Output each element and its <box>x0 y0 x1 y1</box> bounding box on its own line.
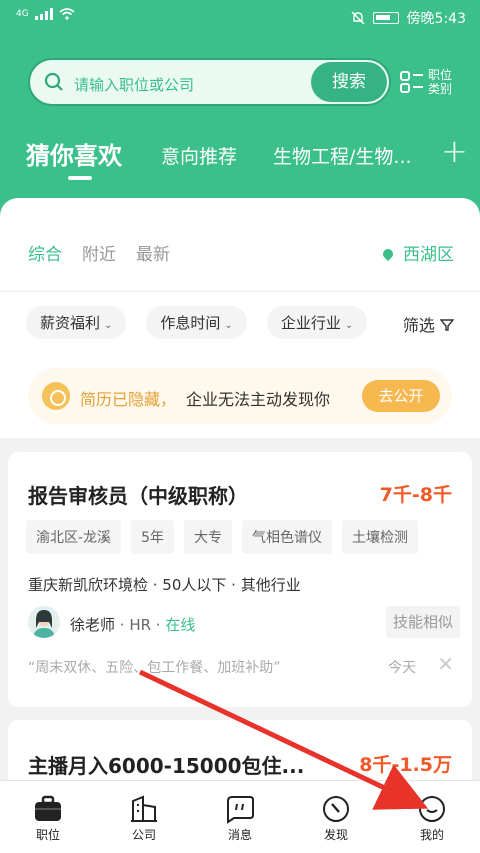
recruiter-role: · HR · <box>115 616 166 634</box>
search-button[interactable]: 搜索 <box>311 62 387 102</box>
battery-icon <box>372 12 399 24</box>
filter-label: 企业行业 <box>280 314 341 332</box>
job-title: 主播月入6000-15000包住... <box>28 754 305 778</box>
nav-label: 我的 <box>419 828 444 842</box>
sort-tab-latest[interactable]: 最新 <box>136 240 170 265</box>
funnel-icon <box>439 319 455 331</box>
job-tags: 渝北区-龙溪 5年 大专 气相色谱仪 土壤检测 <box>26 520 418 554</box>
signal-icon <box>34 8 53 20</box>
job-tag: 5年 <box>131 520 174 554</box>
filter-chips: 薪资福利 ⌄ 作息时间 ⌄ 企业行业 ⌄ <box>26 306 368 339</box>
filter-more-label: 筛选 <box>402 316 435 335</box>
job-tag: 气相色谱仪 <box>241 520 332 554</box>
category-grid-icon <box>400 71 423 93</box>
wifi-icon <box>59 8 75 20</box>
job-tag: 大专 <box>183 520 232 554</box>
nav-label: 消息 <box>227 828 252 842</box>
avatar <box>28 606 60 638</box>
profile-icon <box>419 796 445 822</box>
chevron-down-icon: ⌄ <box>344 320 354 331</box>
filter-salary-benefits[interactable]: 薪资福利 ⌄ <box>26 306 127 339</box>
nav-jobs[interactable]: 职位 <box>0 781 96 853</box>
nav-label: 职位 <box>35 828 60 842</box>
search-placeholder: 请输入职位或公司 <box>74 76 195 94</box>
nav-companies[interactable]: 公司 <box>96 781 192 853</box>
resume-hidden-notice: 简历已隐藏， 企业无法主动发现你 去公开 <box>28 368 452 424</box>
building-icon <box>131 795 157 822</box>
discover-icon <box>323 796 349 822</box>
make-public-button[interactable]: 去公开 <box>362 380 440 412</box>
clock: 傍晚5:43 <box>406 11 466 27</box>
chevron-down-icon: ⌄ <box>104 320 113 331</box>
search-icon <box>44 72 63 91</box>
location-pin-icon <box>380 246 396 262</box>
location-selector[interactable]: 西湖区 <box>380 240 454 265</box>
active-tab-indicator <box>68 176 92 180</box>
sort-tabs: 综合 附近 最新 <box>28 240 170 265</box>
notice-highlight: 简历已隐藏， <box>80 390 177 409</box>
divider <box>0 291 480 292</box>
sort-tab-comprehensive[interactable]: 综合 <box>28 240 62 265</box>
message-icon <box>227 796 254 824</box>
briefcase-icon <box>35 795 61 821</box>
nav-label: 发现 <box>323 828 348 842</box>
job-tag: 渝北区-龙溪 <box>26 520 122 554</box>
dismiss-icon[interactable]: ✕ <box>437 652 454 676</box>
mute-icon <box>351 11 365 25</box>
nav-discover[interactable]: 发现 <box>288 781 384 853</box>
nav-profile[interactable]: 我的 <box>384 781 480 853</box>
post-date: 今天 <box>388 660 416 676</box>
sort-tab-nearby[interactable]: 附近 <box>82 240 116 265</box>
filter-label: 薪资福利 <box>40 314 101 332</box>
nav-messages[interactable]: 消息 <box>192 781 288 853</box>
recruiter-info: 徐老师 · HR · 在线 <box>70 614 195 635</box>
filter-label: 作息时间 <box>160 314 221 332</box>
network-label: 4G <box>16 9 29 19</box>
filter-work-schedule[interactable]: 作息时间 ⌄ <box>146 306 247 339</box>
job-title: 报告审核员（中级职称） <box>28 484 248 508</box>
tab-bar: 猜你喜欢 意向推荐 生物工程/生物... + <box>26 132 476 186</box>
status-bar: 4G 傍晚5:43 <box>0 0 480 36</box>
tab-recommend-for-you[interactable]: 猜你喜欢 <box>26 136 122 171</box>
tab-bioengineering[interactable]: 生物工程/生物... <box>273 142 412 169</box>
search-input[interactable]: 请输入职位或公司 搜索 <box>28 58 391 106</box>
job-tag: 土壤检测 <box>341 520 418 554</box>
filter-industry[interactable]: 企业行业 ⌄ <box>266 306 368 339</box>
bottom-nav: 职位 公司 消息 发现 我的 <box>0 780 480 853</box>
job-salary: 7千-8千 <box>379 484 452 506</box>
company-info: 重庆新凯欣环境检 · 50人以下 · 其他行业 <box>28 576 301 594</box>
notice-text: 企业无法主动发现你 <box>186 390 331 409</box>
location-label: 西湖区 <box>403 245 454 265</box>
recruiter-name: 徐老师 <box>70 616 116 634</box>
job-card[interactable]: 报告审核员（中级职称） 7千-8千 渝北区-龙溪 5年 大专 气相色谱仪 土壤检… <box>8 452 472 707</box>
notice-icon <box>42 382 70 410</box>
add-tab-button[interactable]: + <box>441 132 468 170</box>
filter-more-button[interactable]: 筛选 <box>402 312 455 336</box>
filter-panel: 综合 附近 最新 西湖区 薪资福利 ⌄ 作息时间 ⌄ 企业行业 ⌄ 筛选 简历已隐藏，… <box>0 198 480 438</box>
category-label: 职位类别 <box>428 68 453 96</box>
nav-label: 公司 <box>131 828 156 842</box>
skill-match-badge: 技能相似 <box>386 606 460 638</box>
job-category-button[interactable]: 职位类别 <box>400 66 460 102</box>
online-status: 在线 <box>165 616 196 634</box>
job-salary: 8千-1.5万 <box>359 754 452 776</box>
chevron-down-icon: ⌄ <box>224 320 233 331</box>
tab-intention[interactable]: 意向推荐 <box>161 142 237 169</box>
job-benefits-quote: “周末双休、五险、包工作餐、加班补助” <box>28 660 281 676</box>
